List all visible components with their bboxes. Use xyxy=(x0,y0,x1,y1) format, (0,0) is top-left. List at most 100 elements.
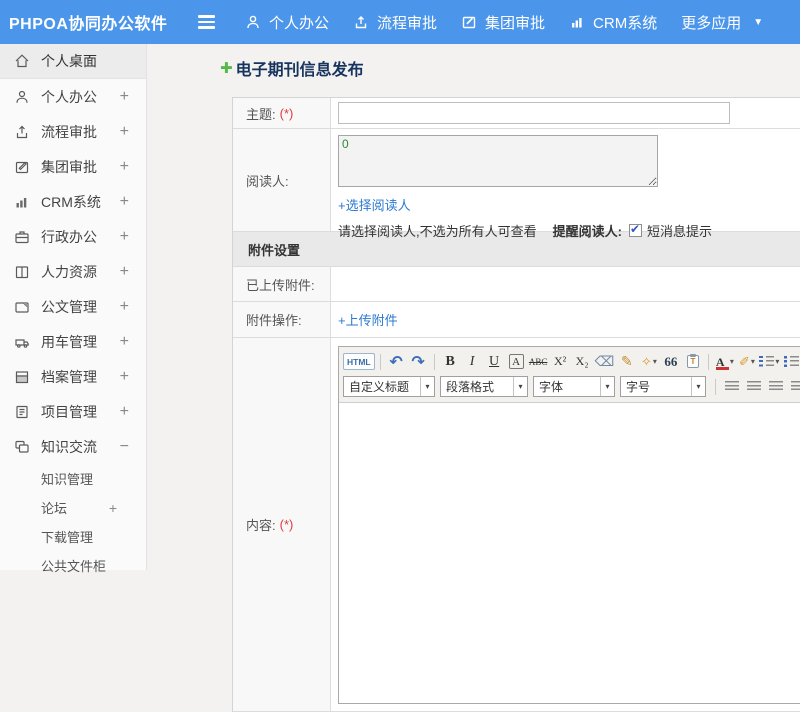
readers-label: 阅读人: xyxy=(233,129,331,231)
ordered-list-button[interactable]: ▾ xyxy=(758,351,780,372)
highlight-color-pen-icon[interactable]: ✐▾ xyxy=(736,351,757,372)
required-mark: (*) xyxy=(280,517,294,532)
app-logo: PHPOA协同办公软件 xyxy=(0,10,198,34)
sidebar-item-knowledge-exchange[interactable]: 知识交流 − xyxy=(0,429,146,464)
dropdown-caret-icon: ▾ xyxy=(653,357,657,366)
editor-toolbar: HTML ↶ ↷ B I U A ABC X² X₂ ⌫ xyxy=(339,347,800,403)
italic-button[interactable]: I xyxy=(462,351,483,372)
book-icon xyxy=(14,264,30,280)
edit-icon xyxy=(461,14,477,30)
sidebar-item-group-approval[interactable]: 集团审批 + xyxy=(0,149,146,184)
upload-attachment-link[interactable]: +上传附件 xyxy=(338,310,398,329)
menu-toggle-icon[interactable] xyxy=(198,15,215,29)
readers-textarea[interactable]: 0 xyxy=(338,135,658,187)
expand-plus-icon[interactable]: + xyxy=(109,500,117,516)
sidebar-item-label: 个人办公 xyxy=(41,87,97,107)
expand-plus-icon[interactable]: + xyxy=(120,333,129,351)
sidebar-item-label: 用车管理 xyxy=(41,332,97,352)
format-painter-brush-icon[interactable]: ✎ xyxy=(616,351,637,372)
subscript-button[interactable]: X₂ xyxy=(572,351,593,372)
paste-as-text-icon[interactable]: T xyxy=(682,351,703,372)
sidebar: 个人桌面 个人办公 + 流程审批 + 集团审批 + CRM系统 xyxy=(0,44,147,570)
sidebar-item-personal-desktop[interactable]: 个人桌面 xyxy=(0,44,146,79)
subject-input[interactable] xyxy=(338,102,730,124)
paragraph-format-select[interactable]: 段落格式▾ xyxy=(440,376,528,397)
edit-icon xyxy=(14,159,30,175)
sms-option-label: 短消息提示 xyxy=(647,221,712,240)
font-family-select[interactable]: 字体▾ xyxy=(533,376,615,397)
remove-format-eraser-icon[interactable]: ⌫ xyxy=(594,351,616,372)
dropdown-caret-icon: ▾ xyxy=(730,357,734,366)
folder-icon xyxy=(14,299,30,315)
underline-button[interactable]: U xyxy=(484,351,505,372)
user-icon xyxy=(245,14,261,30)
strikethrough-button[interactable]: ABC xyxy=(528,351,549,372)
sidebar-item-label: 档案管理 xyxy=(41,367,97,387)
font-color-button[interactable]: A▾ xyxy=(714,351,735,372)
archive-icon xyxy=(14,369,30,385)
nav-item-personal-office[interactable]: 个人办公 xyxy=(245,12,329,33)
nav-label: CRM系统 xyxy=(593,12,657,33)
expand-plus-icon[interactable]: + xyxy=(120,368,129,386)
bold-button[interactable]: B xyxy=(440,351,461,372)
nav-item-group-approval[interactable]: 集团审批 xyxy=(461,12,545,33)
sidebar-item-hr[interactable]: 人力资源 + xyxy=(0,254,146,289)
sidebar-item-project-mgmt[interactable]: 项目管理 + xyxy=(0,394,146,429)
collapse-minus-icon[interactable]: − xyxy=(120,438,129,456)
sidebar-subitem-forum[interactable]: 论坛 + xyxy=(0,493,146,522)
sidebar-subitem-download-mgmt[interactable]: 下载管理 xyxy=(0,522,146,551)
nav-item-more-apps[interactable]: 更多应用 xyxy=(681,12,741,33)
attachment-operation-label: 附件操作: xyxy=(233,302,331,337)
align-center-icon[interactable] xyxy=(743,376,764,397)
nav-label: 更多应用 xyxy=(681,12,741,33)
expand-plus-icon[interactable]: + xyxy=(120,123,129,141)
expand-plus-icon[interactable]: + xyxy=(120,228,129,246)
sidebar-subitem-label: 知识管理 xyxy=(41,469,93,488)
check-icon: ✔ xyxy=(630,222,640,236)
nav-item-workflow-approval[interactable]: 流程审批 xyxy=(353,12,437,33)
sidebar-item-document-mgmt[interactable]: 公文管理 + xyxy=(0,289,146,324)
caret-down-icon[interactable]: ▼ xyxy=(753,17,763,28)
expand-plus-icon[interactable]: + xyxy=(120,193,129,211)
expand-plus-icon[interactable]: + xyxy=(120,298,129,316)
quick-format-wand-icon[interactable]: ✧▾ xyxy=(638,351,659,372)
sidebar-item-personal-office[interactable]: 个人办公 + xyxy=(0,79,146,114)
superscript-button[interactable]: X² xyxy=(550,351,571,372)
expand-plus-icon[interactable]: + xyxy=(120,88,129,106)
undo-icon[interactable]: ↶ xyxy=(386,351,407,372)
sidebar-item-vehicle-mgmt[interactable]: 用车管理 + xyxy=(0,324,146,359)
uploaded-attachments-value xyxy=(331,267,800,301)
nav-item-crm[interactable]: CRM系统 xyxy=(569,12,657,33)
nav-label: 流程审批 xyxy=(377,12,437,33)
sidebar-item-label: 行政办公 xyxy=(41,227,97,247)
editor-content-area[interactable] xyxy=(339,403,800,703)
sidebar-item-label: 公文管理 xyxy=(41,297,97,317)
share-icon xyxy=(14,124,30,140)
expand-plus-icon[interactable]: + xyxy=(120,263,129,281)
font-style-button[interactable]: A xyxy=(509,354,524,369)
align-right-icon[interactable] xyxy=(765,376,786,397)
align-justify-icon[interactable] xyxy=(787,376,800,397)
sidebar-item-workflow-approval[interactable]: 流程审批 + xyxy=(0,114,146,149)
font-size-select[interactable]: 字号▾ xyxy=(620,376,706,397)
nav-label: 个人办公 xyxy=(269,12,329,33)
sidebar-item-crm[interactable]: CRM系统 + xyxy=(0,184,146,219)
source-code-button[interactable]: HTML xyxy=(343,353,375,370)
clipboard-icon xyxy=(14,404,30,420)
select-readers-link[interactable]: +选择阅读人 xyxy=(338,198,411,213)
dropdown-caret-icon: ▾ xyxy=(751,357,755,366)
custom-heading-select[interactable]: 自定义标题▾ xyxy=(343,376,435,397)
align-left-icon[interactable] xyxy=(721,376,742,397)
unordered-list-button[interactable] xyxy=(781,351,800,372)
blockquote-button[interactable]: 66 xyxy=(660,351,681,372)
sidebar-item-label: 人力资源 xyxy=(41,262,97,282)
redo-icon[interactable]: ↷ xyxy=(408,351,429,372)
sidebar-subitem-label: 论坛 xyxy=(41,498,67,517)
expand-plus-icon[interactable]: + xyxy=(120,158,129,176)
sidebar-item-archive-mgmt[interactable]: 档案管理 + xyxy=(0,359,146,394)
sidebar-item-admin-office[interactable]: 行政办公 + xyxy=(0,219,146,254)
sidebar-subitem-public-file-cabinet[interactable]: 公共文件柜 xyxy=(0,551,146,580)
sms-checkbox[interactable]: ✔ xyxy=(629,224,642,237)
sidebar-subitem-knowledge-mgmt[interactable]: 知识管理 xyxy=(0,464,146,493)
expand-plus-icon[interactable]: + xyxy=(120,403,129,421)
